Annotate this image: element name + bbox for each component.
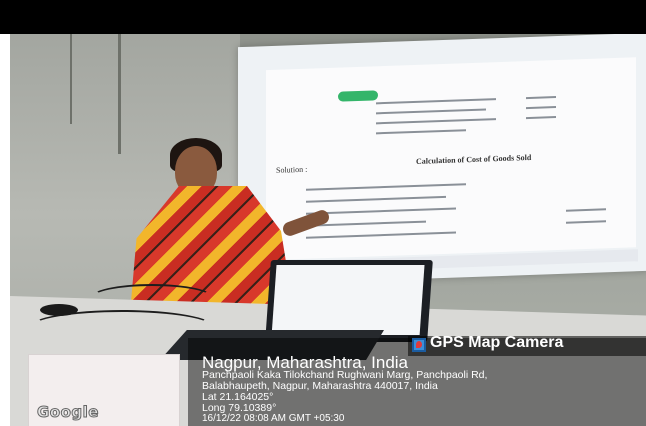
mouse [40,304,78,316]
map-pin-icon [416,341,422,348]
gps-app-name: GPS Map Camera [430,334,564,351]
doc-line [306,183,466,191]
laptop-display [271,265,425,335]
projection-screen: Solution : Calculation of Cost of Goods … [238,34,646,286]
doc-line [376,118,496,125]
solution-label: Solution : [276,164,308,175]
laptop-screen [265,260,433,342]
slide-heading: Calculation of Cost of Goods Sold [416,152,532,166]
photo-frame: Solution : Calculation of Cost of Goods … [0,0,646,426]
doc-line [566,220,606,224]
wall-pipe [118,34,121,154]
doc-line [306,231,456,239]
wall-pipe [70,34,72,124]
doc-line [376,108,486,115]
doc-line [306,195,446,203]
google-logo: Google [37,403,99,422]
green-button-shape [338,90,378,102]
doc-line [526,116,556,120]
map-thumbnail: Google [28,354,180,426]
doc-line [566,208,606,212]
doc-line [526,96,556,100]
doc-line [376,129,466,135]
top-black-bar [0,0,646,34]
cable [90,284,214,312]
doc-line [526,106,556,110]
datetime: 16/12/22 08:08 AM GMT +05:30 [202,413,345,424]
doc-line [376,98,496,105]
projected-document: Solution : Calculation of Cost of Goods … [266,57,636,261]
